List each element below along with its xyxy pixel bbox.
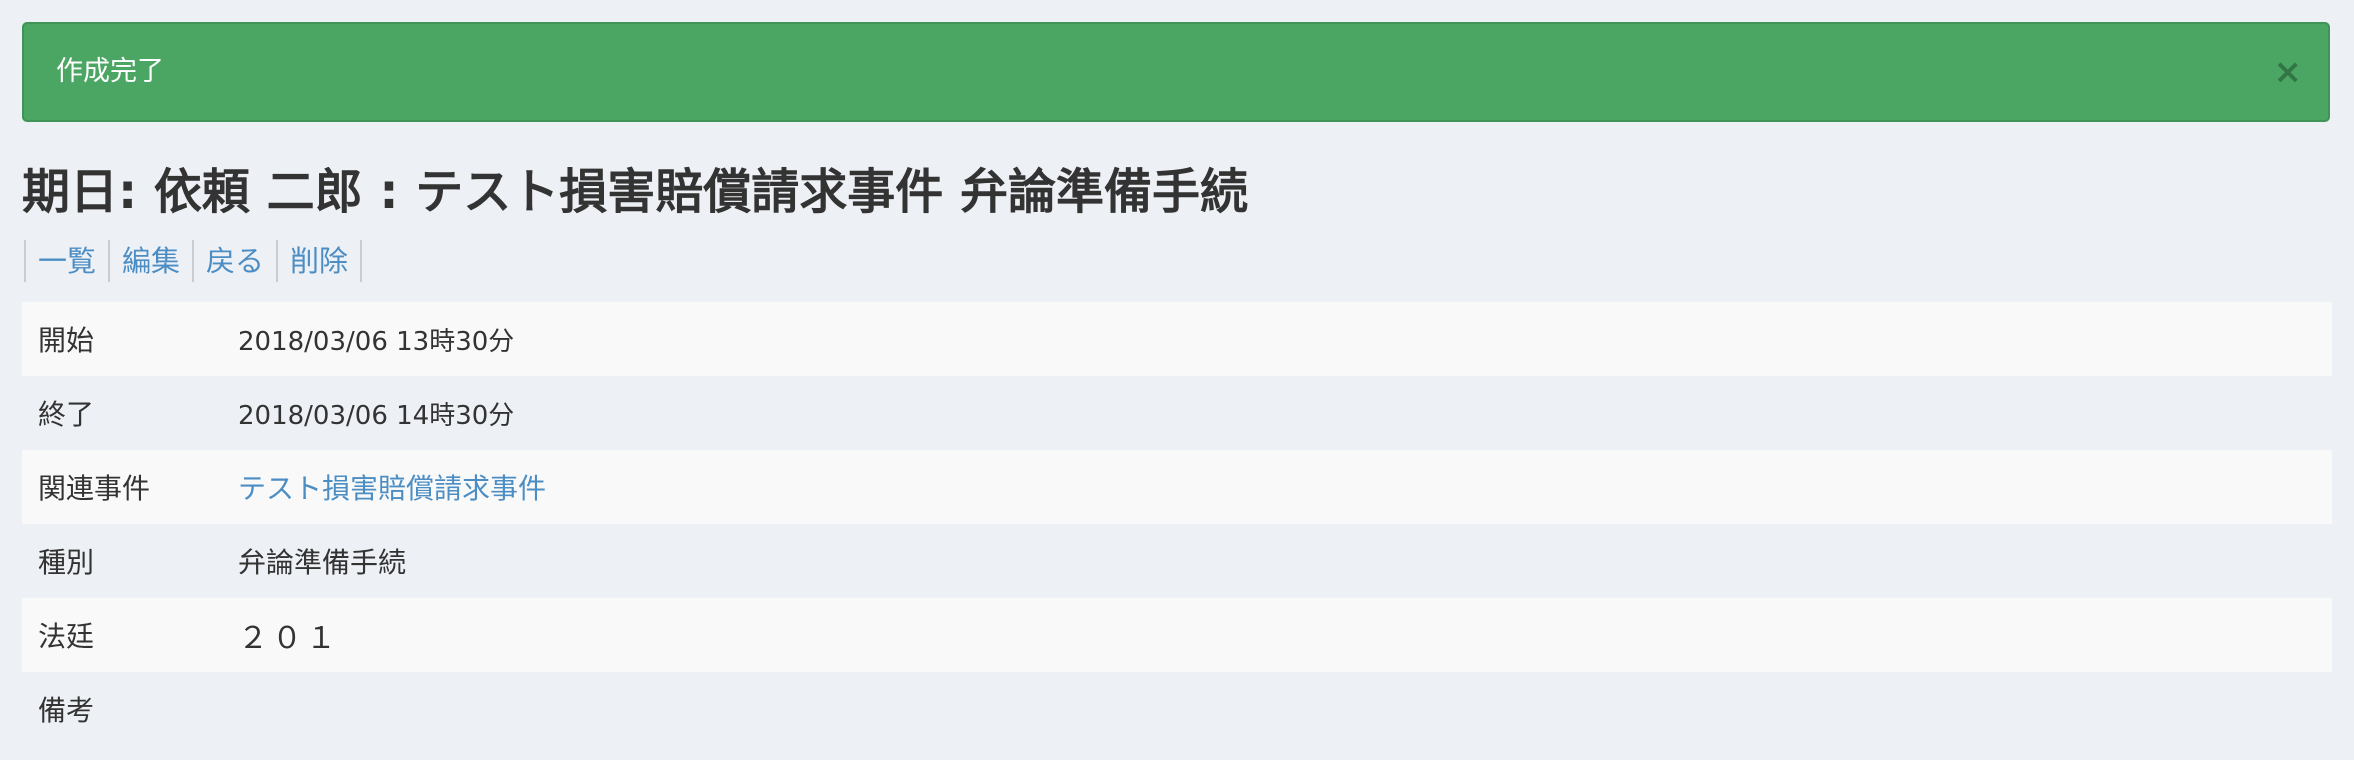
type-value: 弁論準備手続 [238, 546, 407, 579]
list-link[interactable]: 一覧 [26, 240, 111, 282]
start-label: 開始 [38, 324, 95, 357]
detail-row-notes: 備考 [22, 672, 2332, 746]
court-label: 法廷 [38, 620, 95, 653]
close-icon[interactable]: × [2274, 24, 2303, 120]
notes-label: 備考 [38, 694, 95, 727]
action-links: 一覧 編集 戻る 削除 [24, 240, 363, 282]
notes-value [238, 672, 2332, 746]
court-value: ２０１ [238, 621, 340, 656]
page-title: 期日: 依頼 二郎 : テスト損害賠償請求事件 弁論準備手続 [22, 164, 1248, 220]
detail-table: 開始 2018/03/06 13時30分 終了 2018/03/06 14時30… [22, 302, 2332, 746]
related-case-cell: テスト損害賠償請求事件 [238, 450, 2332, 524]
edit-link[interactable]: 編集 [110, 240, 195, 282]
back-link[interactable]: 戻る [194, 240, 279, 282]
detail-row-end: 終了 2018/03/06 14時30分 [22, 376, 2332, 450]
detail-row-start: 開始 2018/03/06 13時30分 [22, 302, 2332, 376]
detail-row-related-case: 関連事件 テスト損害賠償請求事件 [22, 450, 2332, 524]
start-value: 2018/03/06 13時30分 [238, 326, 515, 357]
detail-row-type: 種別 弁論準備手続 [22, 524, 2332, 598]
end-value: 2018/03/06 14時30分 [238, 400, 515, 431]
delete-link[interactable]: 削除 [278, 240, 363, 282]
end-label: 終了 [38, 398, 95, 431]
success-alert: 作成完了 × [22, 22, 2330, 122]
type-label: 種別 [38, 546, 95, 579]
alert-message: 作成完了 [56, 56, 164, 87]
related-case-label: 関連事件 [38, 472, 151, 505]
related-case-link[interactable]: テスト損害賠償請求事件 [238, 472, 546, 505]
detail-row-court: 法廷 ２０１ [22, 598, 2332, 672]
